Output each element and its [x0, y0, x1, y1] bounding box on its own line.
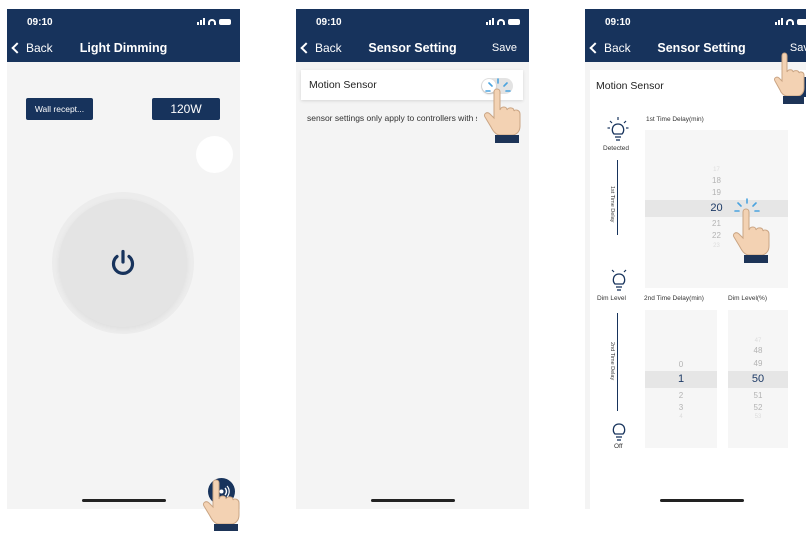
power-icon — [111, 249, 135, 275]
picker-value: 4 — [679, 414, 683, 420]
picker-value: 51 — [753, 391, 763, 400]
nav-bar: 09:10 Back Sensor Setting Save — [296, 9, 529, 62]
picker-value: 47 — [754, 338, 762, 344]
second-delay-header: 2nd Time Delay(min) — [644, 295, 704, 302]
wifi-icon — [497, 18, 505, 25]
picker-value: 53 — [754, 414, 762, 420]
save-button[interactable]: Save — [492, 42, 517, 54]
light-dimming-screen: 09:10 Back Light Dimming Wall recept... … — [7, 9, 240, 509]
picker-value: 49 — [753, 359, 763, 368]
picker-value-selected: 50 — [751, 373, 765, 385]
bulb-dim-icon — [611, 269, 627, 291]
home-indicator — [660, 499, 744, 502]
dim-level-label: Dim Level — [597, 295, 626, 302]
dim-level-header: Dim Level(%) — [728, 295, 768, 302]
status-icons — [486, 18, 520, 25]
wifi-icon — [786, 18, 794, 25]
detected-label: Detected — [603, 145, 630, 152]
tap-hand-icon — [774, 52, 805, 104]
second-delay-picker[interactable]: 0 1 2 3 4 — [645, 310, 717, 448]
brightness-indicator — [196, 136, 233, 173]
picker-value: 2 — [678, 391, 684, 400]
picker-value: 18 — [712, 176, 721, 185]
power-readout: 120W — [152, 98, 220, 120]
battery-icon — [219, 18, 231, 25]
motion-sensor-label: Motion Sensor — [596, 80, 664, 92]
second-delay-axis-label: 2nd Time Delay — [609, 342, 615, 381]
off-label: Off — [614, 443, 623, 450]
device-selector[interactable]: Wall recept... — [26, 98, 93, 120]
status-time: 09:10 — [27, 17, 53, 28]
dim-level-picker[interactable]: 47 48 49 50 51 52 53 — [728, 310, 788, 448]
home-indicator — [82, 499, 166, 502]
wifi-icon — [208, 18, 216, 25]
status-time: 09:10 — [605, 17, 631, 28]
picker-value-selected: 1 — [677, 373, 685, 385]
signal-icon — [486, 18, 494, 25]
status-icons — [197, 18, 231, 25]
status-time: 09:10 — [316, 17, 342, 28]
signal-icon — [775, 18, 783, 25]
status-icons — [775, 18, 806, 25]
battery-icon — [797, 18, 806, 25]
power-button[interactable] — [59, 199, 187, 327]
bulb-off-icon — [612, 423, 626, 441]
first-delay-axis-label: 1st Time Delay — [609, 186, 615, 223]
picker-value: 0 — [678, 360, 684, 369]
sensor-note: sensor settings only apply to controller… — [307, 113, 477, 123]
picker-value: 17 — [713, 167, 720, 173]
bulb-detected-icon — [607, 117, 629, 141]
battery-icon — [508, 18, 520, 25]
first-delay-header: 1st Time Delay(min) — [646, 116, 704, 123]
tap-hand-icon — [733, 198, 770, 263]
second-delay-line — [617, 313, 618, 411]
nav-bar: 09:10 Back Light Dimming — [7, 9, 240, 62]
sensor-panel: Motion Sensor Detected 1st Time Delay(mi… — [590, 70, 806, 509]
motion-sensor-label: Motion Sensor — [309, 79, 377, 91]
picker-value: 52 — [753, 403, 763, 412]
home-indicator — [371, 499, 455, 502]
first-delay-line — [617, 160, 618, 235]
picker-value: 3 — [678, 403, 684, 412]
tap-hand-icon — [484, 78, 521, 143]
tap-hand-icon — [203, 479, 240, 531]
signal-icon — [197, 18, 205, 25]
picker-value: 48 — [753, 346, 763, 355]
page-title: Light Dimming — [79, 41, 168, 55]
